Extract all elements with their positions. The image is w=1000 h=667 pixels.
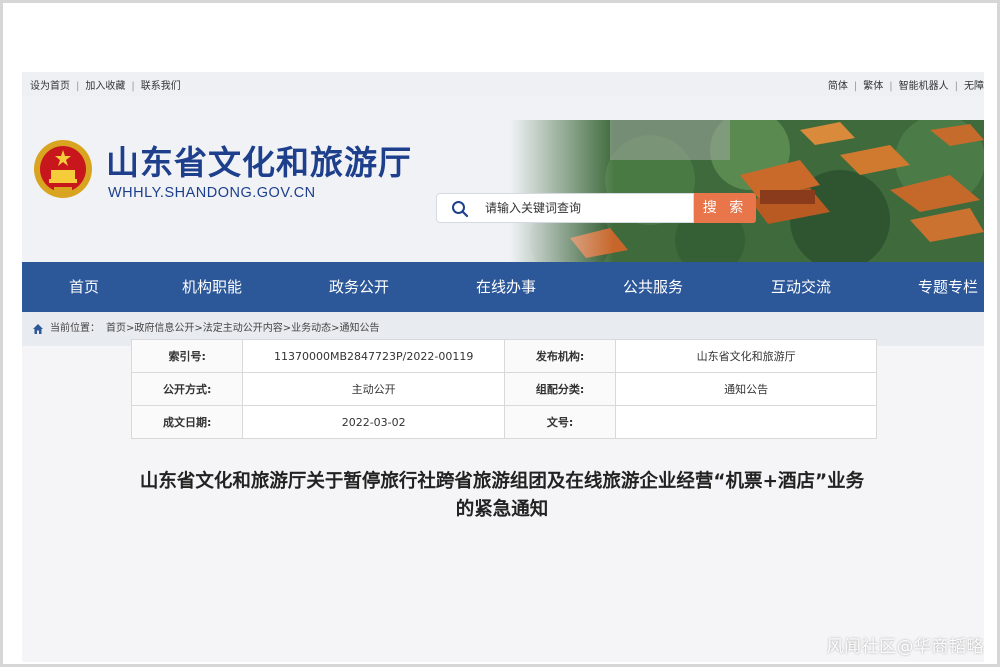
- nav-item-home[interactable]: 首页: [24, 262, 144, 312]
- nav-item-functions[interactable]: 机构职能: [152, 262, 272, 312]
- table-row: 公开方式: 主动公开 组配分类: 通知公告: [130, 372, 877, 406]
- search-button[interactable]: 搜 索: [694, 193, 756, 223]
- national-emblem-logo: [34, 140, 92, 198]
- category-label: 组配分类:: [503, 372, 617, 406]
- separator: |: [853, 81, 858, 92]
- table-row: 成文日期: 2022-03-02 文号:: [130, 405, 877, 439]
- category-value: 通知公告: [615, 372, 877, 406]
- site-domain: WHHLY.SHANDONG.GOV.CN: [108, 185, 316, 201]
- breadcrumb-label: 当前位置：: [50, 323, 100, 334]
- smart-robot-link[interactable]: 智能机器人: [899, 81, 949, 92]
- document-number-label: 文号:: [503, 405, 617, 439]
- document-number-value: [615, 405, 877, 439]
- utility-links-right: 简体 | 繁体 | 智能机器人 | 无障: [828, 77, 984, 92]
- nav-item-government-affairs[interactable]: 政务公开: [299, 262, 419, 312]
- date-label: 成文日期:: [130, 405, 244, 439]
- separator: |: [954, 81, 958, 92]
- index-number-label: 索引号:: [130, 339, 244, 373]
- temple-scenery-banner: [510, 120, 984, 262]
- search-box: [436, 193, 694, 223]
- document-info-table: 索引号: 11370000MB2847723P/2022-00119 发布机构:…: [130, 339, 877, 439]
- accessibility-link[interactable]: 无障: [964, 81, 984, 92]
- nav-item-public-services[interactable]: 公共服务: [593, 262, 713, 312]
- nav-item-online-services[interactable]: 在线办事: [446, 262, 566, 312]
- disclosure-method-label: 公开方式:: [130, 372, 244, 406]
- watermark: 风闻社区@华商韬略: [826, 637, 984, 657]
- separator: |: [76, 81, 80, 92]
- home-icon: [33, 324, 43, 334]
- separator: |: [889, 81, 893, 92]
- utility-links-left: 设为首页 | 加入收藏 | 联系我们: [30, 77, 181, 92]
- search-input[interactable]: [485, 198, 685, 218]
- search-icon: [452, 201, 469, 218]
- nav-item-special-topics[interactable]: 专题专栏: [888, 262, 984, 312]
- table-row: 索引号: 11370000MB2847723P/2022-00119 发布机构:…: [130, 339, 877, 373]
- disclosure-method-value: 主动公开: [242, 372, 505, 406]
- simplified-chinese-link[interactable]: 简体: [828, 81, 848, 92]
- site-header: 山东省文化和旅游厅 WHHLY.SHANDONG.GOV.CN 搜 索: [22, 96, 984, 262]
- publisher-value: 山东省文化和旅游厅: [615, 339, 877, 373]
- site-title: 山东省文化和旅游厅: [106, 143, 412, 182]
- publisher-label: 发布机构:: [503, 339, 617, 373]
- date-value: 2022-03-02: [242, 405, 505, 439]
- main-nav: 首页 机构职能 政务公开 在线办事 公共服务 互动交流 专题专栏: [22, 262, 984, 312]
- contact-us-link[interactable]: 联系我们: [141, 81, 181, 92]
- index-number-value: 11370000MB2847723P/2022-00119: [242, 339, 505, 373]
- utility-bar: 设为首页 | 加入收藏 | 联系我们 简体 | 繁体 | 智能机器人 | 无障: [22, 72, 984, 96]
- add-favorite-link[interactable]: 加入收藏: [85, 81, 125, 92]
- set-homepage-link[interactable]: 设为首页: [30, 81, 70, 92]
- traditional-chinese-link[interactable]: 繁体: [863, 81, 883, 92]
- separator: |: [131, 81, 135, 92]
- article-title: 山东省文化和旅游厅关于暂停旅行社跨省旅游组团及在线旅游企业经营“机票+酒店”业务…: [139, 471, 865, 520]
- nav-item-interaction[interactable]: 互动交流: [741, 262, 861, 312]
